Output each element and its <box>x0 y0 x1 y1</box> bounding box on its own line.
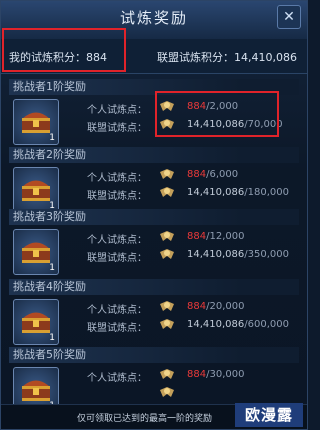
tier-title: 挑战者5阶奖励 <box>9 347 299 363</box>
reward-chest-slot[interactable]: 1 <box>13 299 59 345</box>
close-icon[interactable]: ✕ <box>277 5 301 29</box>
personal-current: 884 <box>187 231 207 242</box>
item-quantity: 1 <box>49 263 55 273</box>
reward-chest-slot[interactable]: 1 <box>13 167 59 213</box>
rank-medal-icon <box>160 319 174 329</box>
personal-points-value: 884/12,000 <box>187 231 244 242</box>
tier-title: 挑战者4阶奖励 <box>9 279 299 295</box>
trial-rewards-panel: 试炼奖励 ✕ 我的试炼积分：884 联盟试炼积分：14,410,086 挑战者1… <box>0 0 308 430</box>
personal-goal: /12,000 <box>206 231 245 242</box>
watermark-logo: 欧漫露 <box>235 403 303 427</box>
footer-note: 仅可领取已达到的最高一阶的奖励 <box>77 414 213 424</box>
treasure-chest-icon <box>22 112 50 133</box>
treasure-chest-icon <box>22 312 50 333</box>
rank-medal-icon <box>160 187 174 197</box>
reward-tier-3: 挑战者3阶奖励 1 个人试炼点： 884/12,000 联盟试炼点： 14,41… <box>9 209 299 275</box>
reward-chest-slot[interactable]: 1 <box>13 229 59 275</box>
personal-points-label: 个人试炼点： <box>87 173 147 184</box>
rank-medal-icon <box>160 169 174 179</box>
personal-current: 884 <box>187 301 207 312</box>
personal-goal: /20,000 <box>206 301 245 312</box>
treasure-chest-icon <box>22 180 50 201</box>
personal-points-value: 884/30,000 <box>187 369 244 380</box>
personal-points-label: 个人试炼点： <box>87 105 147 116</box>
personal-points-value: 884/6,000 <box>187 169 238 180</box>
reward-tier-4: 挑战者4阶奖励 1 个人试炼点： 884/20,000 联盟试炼点： 14,41… <box>9 279 299 345</box>
alliance-score-value: 14,410,086 <box>234 51 297 64</box>
alliance-points-value: 14,410,086/180,000 <box>187 187 289 198</box>
rank-medal-icon <box>160 369 174 379</box>
rank-medal-icon <box>160 231 174 241</box>
alliance-points-label: 联盟试炼点： <box>87 123 147 134</box>
alliance-goal: /180,000 <box>244 187 289 198</box>
alliance-points-value: 14,410,086/600,000 <box>187 319 289 330</box>
tier-title: 挑战者3阶奖励 <box>9 209 299 225</box>
alliance-current: 14,410,086 <box>187 319 245 330</box>
rank-medal-icon <box>160 249 174 259</box>
alliance-goal: /600,000 <box>244 319 289 330</box>
item-quantity: 1 <box>49 133 55 143</box>
rank-medal-icon <box>160 387 174 397</box>
reward-chest-slot[interactable]: 1 <box>13 99 59 145</box>
tier-1-points-highlight <box>155 91 279 137</box>
personal-points-value: 884/20,000 <box>187 301 244 312</box>
personal-points-label: 个人试炼点： <box>87 373 147 384</box>
alliance-points-label: 联盟试炼点： <box>87 323 147 334</box>
alliance-points-label: 联盟试炼点： <box>87 191 147 202</box>
rank-medal-icon <box>160 301 174 311</box>
treasure-chest-icon <box>22 380 50 401</box>
alliance-goal: /350,000 <box>244 249 289 260</box>
personal-goal: /6,000 <box>206 169 239 180</box>
alliance-score-label: 联盟试炼积分： <box>157 51 235 64</box>
alliance-points-value: 14,410,086/350,000 <box>187 249 289 260</box>
alliance-score: 联盟试炼积分：14,410,086 <box>157 49 297 65</box>
personal-current: 884 <box>187 369 207 380</box>
window-title: 试炼奖励 <box>119 9 188 27</box>
personal-points-label: 个人试炼点： <box>87 235 147 246</box>
alliance-current: 14,410,086 <box>187 249 245 260</box>
personal-goal: /30,000 <box>206 369 245 380</box>
treasure-chest-icon <box>22 242 50 263</box>
reward-tier-2: 挑战者2阶奖励 1 个人试炼点： 884/6,000 联盟试炼点： 14,410… <box>9 147 299 213</box>
personal-points-label: 个人试炼点： <box>87 305 147 316</box>
my-score-highlight <box>2 28 126 72</box>
item-quantity: 1 <box>49 333 55 343</box>
alliance-current: 14,410,086 <box>187 187 245 198</box>
tier-title: 挑战者2阶奖励 <box>9 147 299 163</box>
alliance-points-label: 联盟试炼点： <box>87 253 147 264</box>
personal-current: 884 <box>187 169 207 180</box>
